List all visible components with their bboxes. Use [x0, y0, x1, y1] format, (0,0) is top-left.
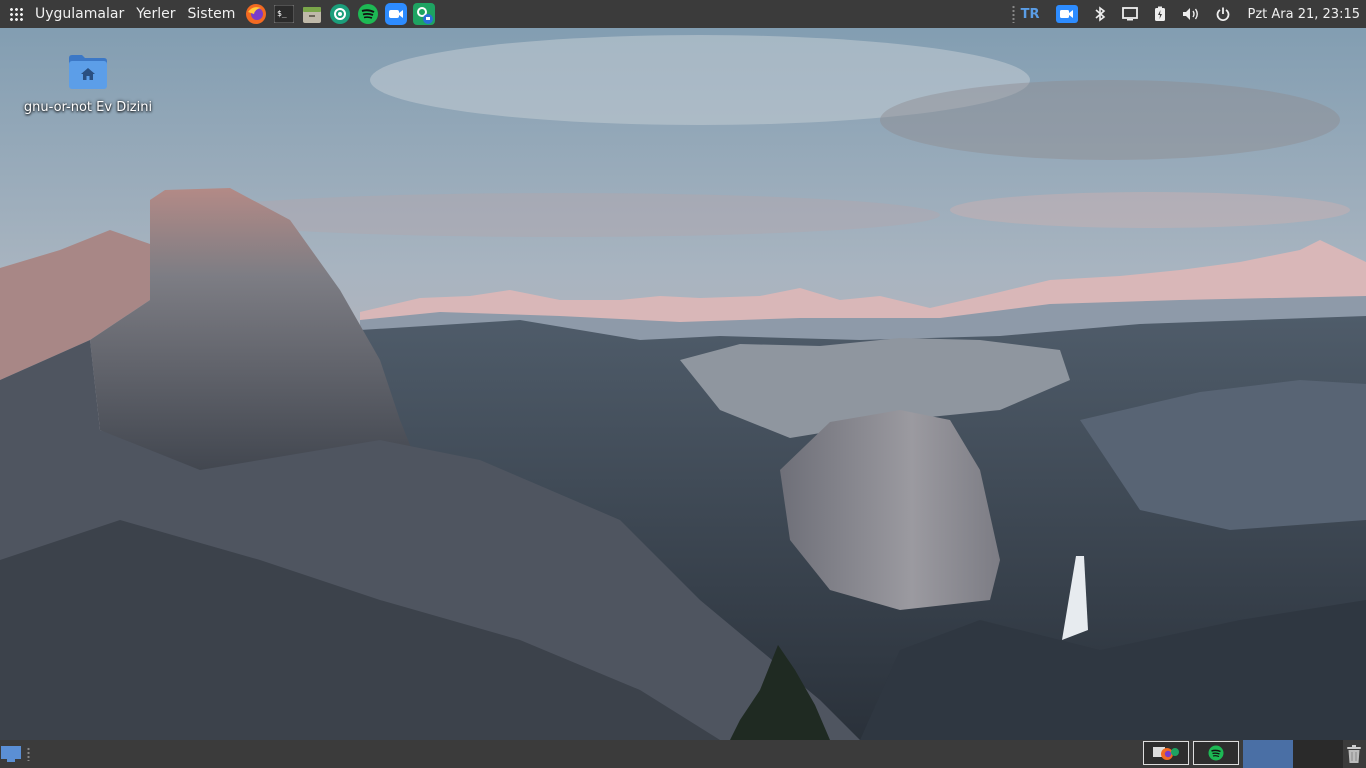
- display-icon[interactable]: [1114, 0, 1146, 28]
- applications-menu[interactable]: Uygulamalar: [0, 0, 130, 28]
- keyboard-layout-indicator[interactable]: TR: [1006, 0, 1048, 28]
- desktop-wallpaper: [0, 0, 1366, 768]
- desktop-icon-label: gnu-or-not Ev Dizini: [23, 100, 153, 115]
- top-panel: Uygulamalar Yerler Sistem $_ TR Pzt Ara …: [0, 0, 1366, 28]
- panel-handle: [1011, 5, 1015, 23]
- apps-grid-icon: [9, 7, 23, 21]
- window-list: [1143, 741, 1243, 767]
- workspace-1[interactable]: [1243, 740, 1293, 768]
- show-desktop-icon: [1, 746, 21, 762]
- places-menu-label: Yerler: [136, 6, 176, 22]
- battery-icon[interactable]: [1146, 0, 1174, 28]
- spotify-icon[interactable]: [357, 3, 379, 25]
- bluetooth-icon[interactable]: [1086, 0, 1114, 28]
- applications-menu-label: Uygulamalar: [35, 6, 125, 22]
- show-desktop-button[interactable]: [1, 746, 21, 762]
- desktop-icon-home-folder[interactable]: gnu-or-not Ev Dizini: [24, 52, 152, 115]
- firefox-taskbar-icon: [1153, 747, 1179, 760]
- zoom-icon[interactable]: [385, 3, 408, 25]
- volume-icon[interactable]: [1174, 0, 1208, 28]
- places-menu[interactable]: Yerler: [130, 0, 181, 28]
- system-tray: TR Pzt Ara 21, 23:15: [1006, 0, 1366, 28]
- zoom-tray-icon[interactable]: [1048, 0, 1086, 28]
- workspace-2[interactable]: [1293, 740, 1343, 768]
- panel-handle[interactable]: [27, 747, 30, 761]
- taskbar-window-firefox[interactable]: [1143, 741, 1189, 765]
- home-folder-icon: [68, 52, 108, 96]
- chat-icon[interactable]: [413, 3, 436, 25]
- system-menu-label: Sistem: [187, 6, 236, 22]
- clock[interactable]: Pzt Ara 21, 23:15: [1238, 7, 1366, 22]
- terminal-icon[interactable]: $_: [273, 3, 295, 25]
- taskbar-window-spotify[interactable]: [1193, 741, 1239, 765]
- keyboard-layout-label: TR: [1020, 6, 1040, 22]
- system-menu[interactable]: Sistem: [182, 0, 242, 28]
- bottom-panel: [0, 740, 1366, 768]
- svg-text:$_: $_: [277, 9, 287, 18]
- power-icon[interactable]: [1208, 0, 1238, 28]
- files-icon[interactable]: [301, 3, 323, 25]
- trash-icon[interactable]: [1344, 744, 1364, 764]
- browser-icon[interactable]: [329, 3, 351, 25]
- spotify-taskbar-icon: [1208, 745, 1224, 761]
- firefox-icon[interactable]: [245, 3, 267, 25]
